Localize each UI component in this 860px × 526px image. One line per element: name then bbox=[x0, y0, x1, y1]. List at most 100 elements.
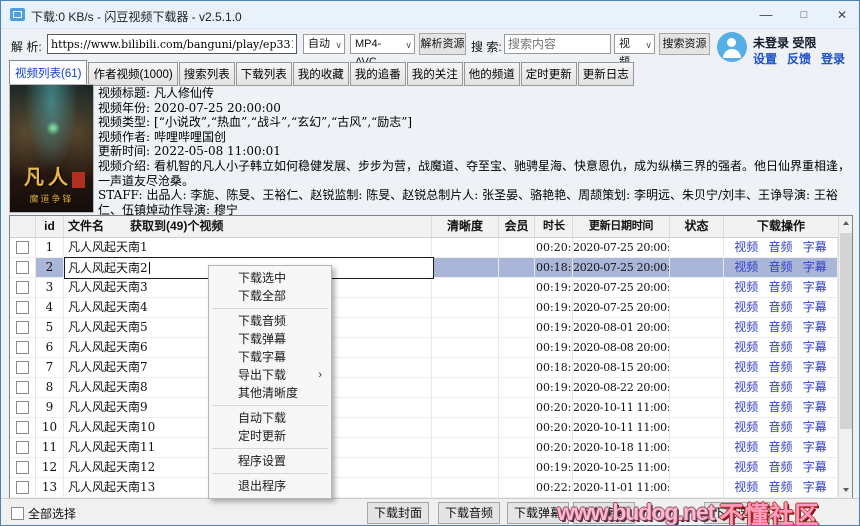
mode-select[interactable]: 自动 ∨ bbox=[303, 34, 345, 54]
download-subtitle-link[interactable]: 字幕 bbox=[803, 278, 827, 297]
minimize-button[interactable]: — bbox=[749, 1, 783, 29]
format-select[interactable]: MP4-AVC ∨ bbox=[350, 34, 415, 68]
vertical-scrollbar[interactable] bbox=[838, 216, 852, 497]
download-audio-link[interactable]: 音频 bbox=[768, 378, 792, 397]
row-checkbox[interactable] bbox=[16, 281, 29, 294]
row-filename[interactable]: 凡人风起天南1 bbox=[64, 238, 432, 257]
url-input[interactable] bbox=[47, 34, 297, 54]
header-id[interactable]: id bbox=[36, 216, 64, 237]
row-checkbox[interactable] bbox=[16, 241, 29, 254]
menu-item-export-download[interactable]: 导出下载 › bbox=[209, 366, 331, 384]
settings-link[interactable]: 设置 bbox=[753, 50, 777, 67]
download-subtitle-link[interactable]: 字幕 bbox=[803, 258, 827, 277]
row-checkbox[interactable] bbox=[16, 441, 29, 454]
row-checkbox[interactable] bbox=[16, 421, 29, 434]
tab-his-channel[interactable]: 他的频道 bbox=[463, 62, 520, 86]
header-actions[interactable]: 下载操作 bbox=[724, 216, 838, 237]
download-subtitle-link[interactable]: 字幕 bbox=[803, 378, 827, 397]
select-all-checkbox[interactable] bbox=[11, 507, 24, 520]
table-row-selected[interactable]: 2 凡人风起天南2 00:18:2 2020-07-25 20:00:00 视频… bbox=[10, 257, 852, 279]
menu-item-exit-program[interactable]: 退出程序 bbox=[209, 477, 331, 495]
download-audio-link[interactable]: 音频 bbox=[768, 358, 792, 377]
download-subtitle-link[interactable]: 字幕 bbox=[803, 358, 827, 377]
menu-item-scheduled-update[interactable]: 定时更新 bbox=[209, 427, 331, 445]
table-row[interactable]: 6 凡人风起天南6 00:19:5 2020-08-08 20:00:00 视频… bbox=[10, 338, 852, 358]
row-checkbox[interactable] bbox=[16, 361, 29, 374]
table-row[interactable]: 8 凡人风起天南8 00:19:1 2020-08-22 20:00:00 视频… bbox=[10, 378, 852, 398]
download-subtitle-link[interactable]: 字幕 bbox=[803, 398, 827, 417]
tab-video-list[interactable]: 视频列表(61) bbox=[9, 60, 88, 86]
tab-download-list[interactable]: 下载列表 bbox=[235, 62, 292, 86]
table-row[interactable]: 7 凡人风起天南7 00:18:1 2020-08-15 20:00:00 视频… bbox=[10, 358, 852, 378]
menu-item-download-subtitle[interactable]: 下载字幕 bbox=[209, 348, 331, 366]
download-subtitle-link[interactable]: 字幕 bbox=[803, 418, 827, 437]
menu-item-download-audio[interactable]: 下载音频 bbox=[209, 312, 331, 330]
download-audio-link[interactable]: 音频 bbox=[768, 318, 792, 337]
select-all[interactable]: 全部选择 bbox=[11, 505, 76, 522]
download-video-link[interactable]: 视频 bbox=[734, 338, 758, 357]
scrollbar-thumb[interactable] bbox=[840, 233, 852, 429]
header-filename[interactable]: 文件名 获取到(49)个视频 bbox=[64, 216, 432, 237]
download-subtitle-link[interactable]: 字幕 bbox=[803, 318, 827, 337]
download-video-link[interactable]: 视频 bbox=[734, 378, 758, 397]
table-row[interactable]: 12 凡人风起天南12 00:19:0 2020-10-25 11:00:00 … bbox=[10, 458, 852, 478]
row-checkbox[interactable] bbox=[16, 261, 29, 274]
row-checkbox[interactable] bbox=[16, 321, 29, 334]
tab-bangumi[interactable]: 我的追番 bbox=[349, 62, 406, 86]
download-video-link[interactable]: 视频 bbox=[734, 258, 758, 277]
table-row[interactable]: 10 凡人风起天南10 00:20:2 2020-10-11 11:00:00 … bbox=[10, 418, 852, 438]
tab-update-log[interactable]: 更新日志 bbox=[577, 62, 634, 86]
tab-favorites[interactable]: 我的收藏 bbox=[292, 62, 349, 86]
menu-item-download-selected[interactable]: 下载选中 bbox=[209, 269, 331, 287]
parse-button[interactable]: 解析资源 bbox=[419, 33, 466, 55]
table-row[interactable]: 4 凡人风起天南4 00:19:1 2020-07-25 20:00:00 视频… bbox=[10, 298, 852, 318]
avatar[interactable] bbox=[717, 32, 747, 62]
download-subtitle-link[interactable]: 字幕 bbox=[803, 238, 827, 257]
download-video-link[interactable]: 视频 bbox=[734, 298, 758, 317]
header-quality[interactable]: 清晰度 bbox=[432, 216, 499, 237]
download-audio-link[interactable]: 音频 bbox=[768, 418, 792, 437]
download-cover-button[interactable]: 下载封面 bbox=[367, 502, 429, 524]
row-checkbox[interactable] bbox=[16, 461, 29, 474]
feedback-link[interactable]: 反馈 bbox=[787, 50, 811, 67]
download-video-link[interactable]: 视频 bbox=[734, 238, 758, 257]
menu-item-download-danmaku[interactable]: 下载弹幕 bbox=[209, 330, 331, 348]
table-row[interactable]: 1 凡人风起天南1 00:20:4 2020-07-25 20:00:00 视频… bbox=[10, 238, 852, 258]
download-subtitle-link[interactable]: 字幕 bbox=[803, 458, 827, 477]
menu-item-auto-download[interactable]: 自动下载 bbox=[209, 409, 331, 427]
search-button[interactable]: 搜索资源 bbox=[659, 33, 710, 55]
download-video-link[interactable]: 视频 bbox=[734, 438, 758, 457]
download-video-link[interactable]: 视频 bbox=[734, 278, 758, 297]
row-checkbox[interactable] bbox=[16, 301, 29, 314]
download-audio-link[interactable]: 音频 bbox=[768, 398, 792, 417]
download-video-link[interactable]: 视频 bbox=[734, 358, 758, 377]
row-checkbox[interactable] bbox=[16, 481, 29, 494]
download-video-link[interactable]: 视频 bbox=[734, 458, 758, 477]
header-updated[interactable]: 更新日期时间 bbox=[573, 216, 670, 237]
table-row[interactable]: 3 凡人风起天南3 00:19:1 2020-07-25 20:00:00 视频… bbox=[10, 278, 852, 298]
maximize-button[interactable]: □ bbox=[787, 1, 821, 29]
header-vip[interactable]: 会员 bbox=[499, 216, 535, 237]
tab-search-list[interactable]: 搜索列表 bbox=[178, 62, 235, 86]
menu-item-program-settings[interactable]: 程序设置 bbox=[209, 452, 331, 470]
tab-scheduled-update[interactable]: 定时更新 bbox=[520, 62, 577, 86]
row-checkbox[interactable] bbox=[16, 341, 29, 354]
search-input[interactable] bbox=[504, 34, 611, 54]
menu-item-other-quality[interactable]: 其他清晰度 bbox=[209, 384, 331, 402]
search-type-select[interactable]: 视频 ∨ bbox=[614, 34, 655, 68]
table-row[interactable]: 9 凡人风起天南9 00:20:0 2020-10-11 11:00:00 视频… bbox=[10, 398, 852, 418]
download-audio-link[interactable]: 音频 bbox=[768, 238, 792, 257]
tab-author-videos[interactable]: 作者视频(1000) bbox=[88, 62, 178, 86]
download-subtitle-link[interactable]: 字幕 bbox=[803, 338, 827, 357]
table-row[interactable]: 5 凡人风起天南5 00:19:4 2020-08-01 20:00:00 视频… bbox=[10, 318, 852, 338]
download-audio-link[interactable]: 音频 bbox=[768, 438, 792, 457]
download-audio-link[interactable]: 音频 bbox=[768, 258, 792, 277]
row-checkbox[interactable] bbox=[16, 381, 29, 394]
menu-item-download-all[interactable]: 下载全部 bbox=[209, 287, 331, 305]
close-button[interactable]: ✕ bbox=[825, 1, 859, 29]
header-duration[interactable]: 时长 bbox=[535, 216, 573, 237]
download-audio-link[interactable]: 音频 bbox=[768, 458, 792, 477]
download-subtitle-link[interactable]: 字幕 bbox=[803, 438, 827, 457]
header-checkbox-cell[interactable] bbox=[10, 216, 36, 237]
download-audio-link[interactable]: 音频 bbox=[768, 278, 792, 297]
